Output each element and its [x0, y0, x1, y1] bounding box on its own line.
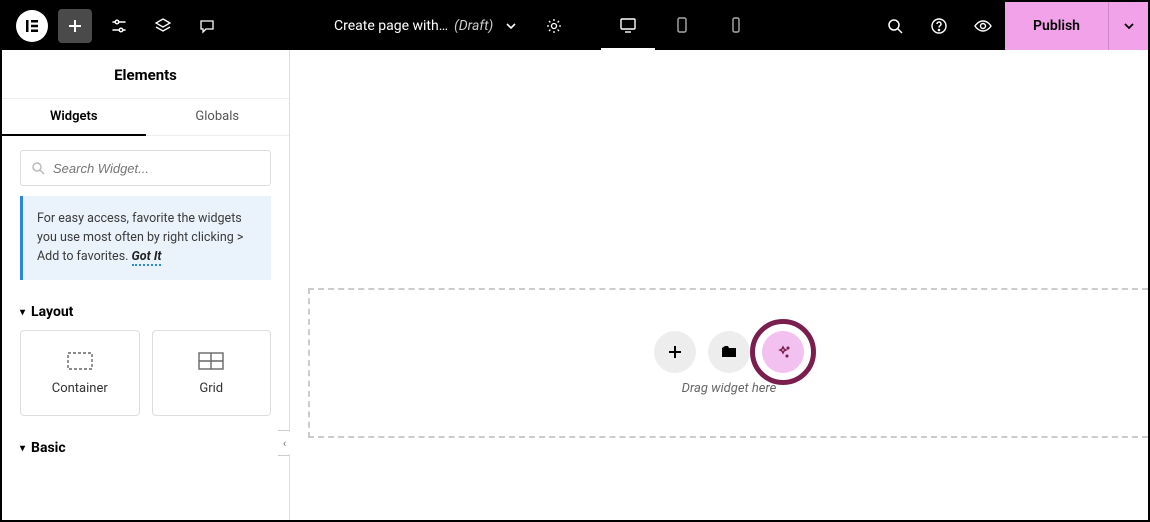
help-icon[interactable]	[917, 9, 961, 43]
widget-container-label: Container	[52, 381, 108, 396]
ai-generate-button[interactable]	[762, 331, 804, 373]
add-element-button[interactable]	[58, 9, 92, 43]
empty-dropzone[interactable]: Drag widget here	[308, 288, 1148, 438]
panel-tabs: Widgets Globals	[2, 99, 289, 136]
device-tablet[interactable]	[655, 2, 709, 50]
document-status: (Draft)	[454, 18, 493, 34]
device-switcher	[601, 2, 763, 50]
caret-down-icon: ▾	[20, 443, 25, 454]
caret-down-icon: ▾	[20, 307, 25, 318]
publish-button[interactable]: Publish	[1005, 2, 1108, 50]
widget-grid-label: Grid	[199, 381, 223, 396]
search-icon[interactable]	[873, 9, 917, 43]
widget-container[interactable]: Container	[20, 330, 140, 416]
section-layout-label: Layout	[31, 304, 73, 320]
preview-icon[interactable]	[961, 9, 1005, 43]
widget-grid[interactable]: Grid	[152, 330, 272, 416]
grid-icon	[197, 351, 225, 371]
section-layout-header[interactable]: ▾ Layout	[2, 280, 289, 330]
favorites-notice: For easy access, favorite the widgets yo…	[20, 196, 271, 280]
topbar-right	[873, 9, 1005, 43]
settings-sliders-icon[interactable]	[102, 9, 136, 43]
editor-canvas[interactable]: Drag widget here	[290, 50, 1148, 520]
dropzone-label: Drag widget here	[682, 381, 777, 396]
device-mobile[interactable]	[709, 2, 763, 50]
comment-icon[interactable]	[190, 9, 224, 43]
tab-globals[interactable]: Globals	[146, 99, 290, 136]
search-widget[interactable]	[20, 150, 271, 186]
document-title: Create page with…	[334, 18, 448, 34]
panel-heading: Elements	[2, 50, 289, 99]
gear-icon[interactable]	[537, 9, 571, 43]
section-basic-header[interactable]: ▾ Basic	[2, 416, 289, 466]
chevron-down-icon[interactable]	[505, 20, 517, 32]
add-section-button[interactable]	[654, 331, 696, 373]
tab-widgets[interactable]: Widgets	[2, 99, 146, 136]
section-basic-label: Basic	[31, 440, 66, 456]
document-title-area[interactable]: Create page with… (Draft)	[334, 9, 571, 43]
template-library-button[interactable]	[708, 331, 750, 373]
layers-icon[interactable]	[146, 9, 180, 43]
elementor-logo[interactable]	[16, 10, 48, 42]
elements-panel: Elements Widgets Globals For easy access…	[2, 50, 290, 520]
topbar: Create page with… (Draft) Publis	[2, 2, 1148, 50]
publish-options[interactable]	[1108, 2, 1148, 50]
container-icon	[66, 351, 94, 371]
search-icon	[31, 161, 45, 175]
search-input[interactable]	[53, 161, 260, 176]
publish-label: Publish	[1033, 18, 1080, 34]
device-desktop[interactable]	[601, 2, 655, 50]
notice-gotit[interactable]: Got It	[132, 249, 162, 266]
